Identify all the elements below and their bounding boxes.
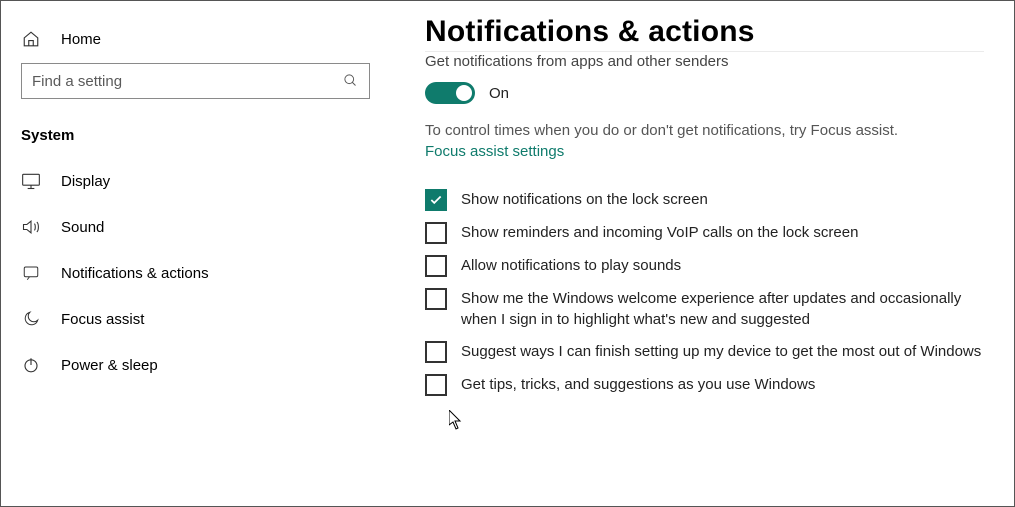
home-nav[interactable]: Home [1,21,390,63]
sidebar-group-system: System [1,117,390,158]
checkbox-label: Allow notifications to play sounds [461,254,681,276]
sidebar-item-power[interactable]: Power & sleep [1,342,390,388]
notifications-toggle-row: On [425,82,984,104]
search-container [1,63,390,117]
notifications-toggle[interactable] [425,82,475,104]
home-label: Home [61,31,101,48]
sidebar-item-sound[interactable]: Sound [1,204,390,250]
home-icon [21,29,41,49]
checkbox-welcome[interactable] [425,288,447,310]
sidebar-item-notifications[interactable]: Notifications & actions [1,250,390,296]
focus-assist-link[interactable]: Focus assist settings [425,143,564,160]
search-box[interactable] [21,63,370,99]
checkbox-label: Show notifications on the lock screen [461,188,708,210]
checkbox-row-welcome: Show me the Windows welcome experience a… [425,287,984,330]
checkbox-row-sounds: Allow notifications to play sounds [425,254,984,277]
checkbox-row-reminders: Show reminders and incoming VoIP calls o… [425,221,984,244]
display-icon [21,171,41,191]
checkbox-label: Suggest ways I can finish setting up my … [461,340,981,362]
search-icon [343,73,359,89]
checkbox-lock-screen[interactable] [425,189,447,211]
checkbox-label: Get tips, tricks, and suggestions as you… [461,373,815,395]
checkbox-reminders[interactable] [425,222,447,244]
sidebar-item-label: Notifications & actions [61,265,209,282]
sidebar-item-label: Focus assist [61,311,144,328]
power-icon [21,355,41,375]
sound-icon [21,217,41,237]
sidebar-item-label: Display [61,173,110,190]
sidebar-item-display[interactable]: Display [1,158,390,204]
toggle-label: On [489,85,509,102]
checkbox-row-setup: Suggest ways I can finish setting up my … [425,340,984,363]
checkbox-row-lock-screen: Show notifications on the lock screen [425,188,984,211]
checkbox-tips[interactable] [425,374,447,396]
sidebar-item-label: Power & sleep [61,357,158,374]
checkbox-sounds[interactable] [425,255,447,277]
search-input[interactable] [32,73,335,90]
sidebar-item-focus-assist[interactable]: Focus assist [1,296,390,342]
section-subhead: Get notifications from apps and other se… [425,51,984,70]
checkbox-label: Show me the Windows welcome experience a… [461,287,984,330]
notifications-icon [21,263,41,283]
page-title: Notifications & actions [425,15,984,49]
sidebar: Home System Display Sound [1,1,391,506]
checkbox-setup[interactable] [425,341,447,363]
focus-assist-desc: To control times when you do or don't ge… [425,122,984,139]
focus-assist-icon [21,309,41,329]
content-area: Notifications & actions Get notification… [391,1,1014,506]
checkbox-label: Show reminders and incoming VoIP calls o… [461,221,858,243]
checkbox-row-tips: Get tips, tricks, and suggestions as you… [425,373,984,396]
sidebar-item-label: Sound [61,219,104,236]
